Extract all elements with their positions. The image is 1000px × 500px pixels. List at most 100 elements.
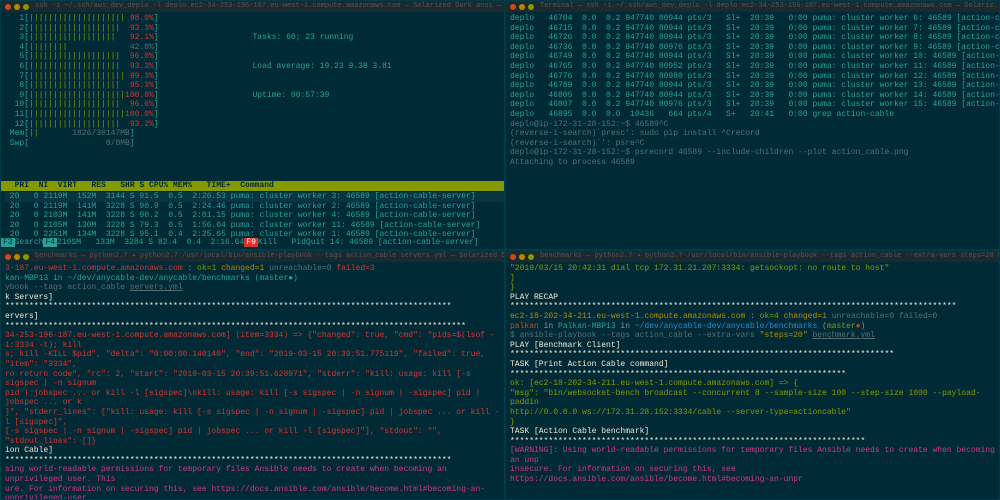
process-row[interactable]: 20 0 2119M 141M 3228 S 90.9 0.5 2:24.46 … — [5, 202, 504, 212]
process-header[interactable]: PRI NI VIRT RES SHR S CPU% MEM% TIME+ Co… — [1, 181, 504, 191]
kill-key[interactable]: F9 — [244, 238, 258, 247]
bracket: ] — [510, 274, 995, 284]
play-header: PLAY [Benchmark Client] ****************… — [510, 341, 995, 360]
prompt-line[interactable]: deplo@ip-172-31-28-152:~$ psrecord 46589… — [510, 148, 995, 158]
pane-ansible-left: benchmarks — python2.7 ◂ python2.7 /usr/… — [0, 250, 505, 500]
zoom-icon[interactable] — [528, 254, 534, 260]
cpu-meter: 4[|||||||| 42.0%] — [5, 43, 253, 53]
ansible-output-left[interactable]: 3-187.eu-west-1.compute.amazonaws.com : … — [1, 262, 504, 500]
task-output: ok: [ec2-18-202-34-211.eu-west-1.compute… — [510, 379, 995, 389]
process-row[interactable]: 20 0 2119M 152M 3144 S 91.5 0.5 2:26.53 … — [5, 192, 504, 202]
ps-row: deplo 46749 0.0 0.2 947740 80944 pts/3 S… — [510, 52, 995, 62]
minimize-icon[interactable] — [519, 4, 525, 10]
ps-row: deplo 46807 0.0 0.2 947740 80976 pts/3 S… — [510, 100, 995, 110]
task-output: http://0.0.0.0 ws://172.31.28.152:3334/c… — [510, 408, 995, 418]
task-output: s; kill -KILL $pid", "delta": "0:00:00.1… — [5, 350, 500, 369]
ps-output[interactable]: deplo 46704 0.0 0.2 947740 80944 pts/3 S… — [506, 12, 999, 170]
ps-row: deplo 46704 0.0 0.2 947740 80944 pts/3 S… — [510, 14, 995, 24]
pane-ansible-right: benchmarks — python2.7 ◂ python2.7 /usr/… — [505, 250, 1000, 500]
ansible-output-right[interactable]: "2019/03/15 20:42:31 dial tcp 172.31.21.… — [506, 262, 999, 487]
window-controls[interactable] — [510, 4, 534, 10]
ps-row: deplo 46715 0.0 0.2 947740 80944 pts/3 S… — [510, 24, 995, 34]
pane-htop: ssh -i ~/.ssh/aws_dev_deplo -l deplo ec2… — [0, 0, 505, 250]
mem-meter: Mem[|| 1826/30147MB] — [5, 129, 253, 139]
titlebar-bottom-right: benchmarks — python2.7 ◂ python2.7 /usr/… — [506, 251, 999, 262]
close-icon[interactable] — [510, 4, 516, 10]
warning-line: [WARNING]: Using world-readable permissi… — [510, 446, 995, 465]
titlebar-bottom-left: benchmarks — python2.7 ◂ python2.7 /usr/… — [1, 251, 504, 262]
cpu-meter: 1[|||||||||||||||||||| 98.0%] — [5, 14, 253, 24]
ps-row: deplo 46789 0.0 0.2 947740 80944 pts/3 S… — [510, 81, 995, 91]
recap-line: 3-187.eu-west-1.compute.amazonaws.com : … — [5, 264, 500, 274]
title-text: ssh -i ~/.ssh/aws_dev_deplo -l deplo ec2… — [35, 2, 504, 10]
task-header: ion Cable] *****************************… — [5, 446, 500, 465]
quit-label[interactable]: Quit — [306, 238, 325, 247]
warning-line: sing world-readable permissions for temp… — [5, 465, 500, 484]
cpu-meter: 8[||||||||||||||||||| 95.3%] — [5, 81, 253, 91]
cpu-meter: 12[||||||||||||||||||| 93.2%] — [5, 120, 253, 130]
prompt-line: kan-MBP13 in ~/dev/anycable-dev/anycable… — [5, 274, 500, 284]
prompt-line: palkan in Palkan-MBP13 in ~/dev/anycable… — [510, 322, 995, 332]
prompt-line[interactable]: Attaching to process 46589 — [510, 158, 995, 168]
zoom-icon[interactable] — [23, 254, 29, 260]
task-output: ]", "stderr_lines": ["kill: usage: kill … — [5, 408, 500, 427]
cpu-meters: 1[|||||||||||||||||||| 98.0%] 2[||||||||… — [5, 14, 253, 148]
command-line[interactable]: $ ansible-playbook --tags action_cable -… — [510, 331, 995, 341]
error-line: "2019/03/15 20:42:31 dial tcp 172.31.21.… — [510, 264, 995, 274]
uptime-line: Uptime: 00:57:39 — [253, 91, 501, 101]
prompt-line[interactable]: (reverse-i-search)`': psre^C — [510, 139, 995, 149]
window-controls[interactable] — [5, 254, 29, 260]
prompt-line[interactable]: deplo@ip-172-31-28-152:~$ 46589^C — [510, 120, 995, 130]
swap-meter: Swp[ 0/0MB] — [5, 139, 253, 149]
filter-key[interactable]: F4 — [43, 238, 57, 247]
play-header: k Servers] *****************************… — [5, 293, 500, 312]
htop-search-bar[interactable]: F3SearchF4210SM 133M 3284 S 82.4 0.4 2:1… — [1, 238, 504, 248]
close-icon[interactable] — [5, 254, 11, 260]
task-output: "msg": "bin/websocket-bench broadcast --… — [510, 389, 995, 408]
warning-line: ure. For information on securing this, s… — [5, 485, 500, 500]
title-text: Terminal — ssh -i ~/.ssh/aws_dev_deplo -… — [540, 2, 998, 10]
task-header: ervers] ********************************… — [5, 312, 500, 331]
minimize-icon[interactable] — [14, 254, 20, 260]
cpu-meter: 11[||||||||||||||||||||100.0%] — [5, 110, 253, 120]
cpu-meter: 10[||||||||||||||||||| 96.6%] — [5, 100, 253, 110]
ps-row: deplo 46805 0.0 0.2 947740 80944 pts/3 S… — [510, 91, 995, 101]
ps-row: deplo 46895 0.0 0.0 10436 664 pts/4 S+ 2… — [510, 110, 995, 120]
task-header: TASK [Print Action Cable command] ******… — [510, 360, 995, 379]
kill-label: Kill — [258, 238, 277, 247]
minimize-icon[interactable] — [519, 254, 525, 260]
titlebar-top-left: ssh -i ~/.ssh/aws_dev_deplo -l deplo ec2… — [1, 1, 504, 12]
cpu-meter: 5[||||||||||||||||||| 96.0%] — [5, 52, 253, 62]
title-text: benchmarks — python2.7 ◂ python2.7 /usr/… — [540, 252, 999, 260]
titlebar-top-right: Terminal — ssh -i ~/.ssh/aws_dev_deplo -… — [506, 1, 999, 12]
close-icon[interactable] — [5, 4, 11, 10]
task-output: 34-253-196-187.eu-west-1.compute.amazona… — [5, 331, 500, 350]
window-controls[interactable] — [510, 254, 534, 260]
window-controls[interactable] — [5, 4, 29, 10]
prompt-line[interactable]: (reverse-i-search)`presc': sudo pip inst… — [510, 129, 995, 139]
load-line: Load average: 19.23 9.38 3.81 — [253, 62, 501, 72]
cpu-meter: 9[||||||||||||||||||||100.0%] — [5, 91, 253, 101]
process-row[interactable]: 20 0 2103M 141M 3228 S 90.2 0.5 2:01.15 … — [5, 211, 504, 221]
cpu-meter: 7[|||||||||||||||||||| 99.3%] — [5, 72, 253, 82]
zoom-icon[interactable] — [23, 4, 29, 10]
pane-ps: Terminal — ssh -i ~/.ssh/aws_dev_deplo -… — [505, 0, 1000, 250]
process-list[interactable]: 20 0 2119M 152M 3144 S 91.5 0.5 2:26.53 … — [5, 192, 504, 240]
summary-col: Tasks: 60; 23 running Load average: 19.2… — [253, 14, 501, 148]
task-output: pid | jobspec ... or kill -l [sigspec]\n… — [5, 389, 500, 408]
command-line[interactable]: ybook --tags action_cable servers.yml — [5, 283, 500, 293]
minimize-icon[interactable] — [14, 4, 20, 10]
search-key[interactable]: F3 — [1, 238, 15, 247]
pid-label: Pid — [291, 238, 305, 247]
warning-line: insecure. For information on securing th… — [510, 465, 995, 484]
recap-header: PLAY RECAP *****************************… — [510, 293, 995, 312]
task-output: [-s sigspec | -n signum | -sigspec] pid … — [5, 427, 500, 446]
title-text: benchmarks — python2.7 ◂ python2.7 /usr/… — [35, 252, 504, 260]
process-row[interactable]: 20 0 2105M 130M 3228 S 79.3 0.5 1:56.04 … — [5, 221, 504, 231]
cpu-meter: 2[||||||||||||||||||| 93.3%] — [5, 24, 253, 34]
task-output: ro return code", "rc": 2, "start": "2019… — [5, 370, 500, 389]
zoom-icon[interactable] — [528, 4, 534, 10]
search-label: Search — [15, 238, 44, 247]
recap-line: ec2-18-202-34-211.eu-west-1.compute.amaz… — [510, 312, 995, 322]
close-icon[interactable] — [510, 254, 516, 260]
